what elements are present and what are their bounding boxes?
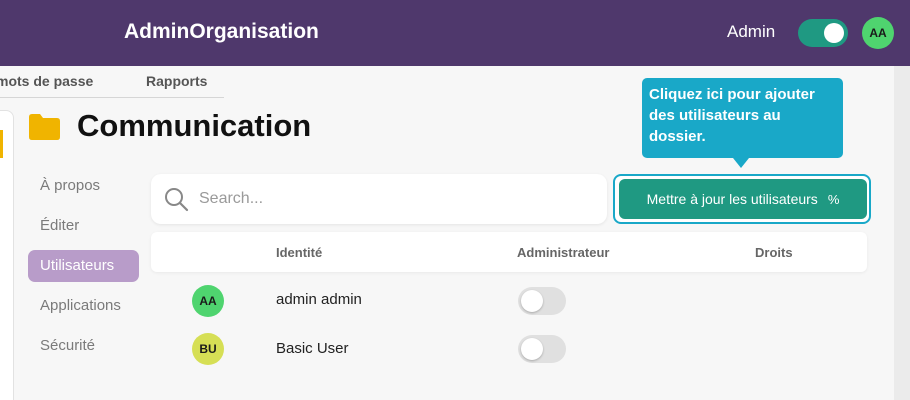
row-user-name: admin admin: [276, 291, 362, 308]
tab-reports[interactable]: Rapports: [146, 73, 207, 89]
toggle-knob: [521, 338, 543, 360]
search-icon: [165, 188, 189, 212]
toggle-knob: [521, 290, 543, 312]
row-admin-toggle[interactable]: [518, 287, 566, 315]
column-header-admin[interactable]: Administrateur: [517, 245, 609, 260]
folder-icon: [29, 114, 60, 140]
app-title: AdminOrganisation: [124, 20, 319, 43]
row-avatar: BU: [192, 333, 224, 365]
scrollbar-track[interactable]: [894, 66, 910, 400]
row-admin-toggle[interactable]: [518, 335, 566, 363]
page-title: Communication: [77, 108, 312, 143]
toggle-knob: [824, 23, 844, 43]
search-input[interactable]: [199, 187, 589, 211]
row-avatar: AA: [192, 285, 224, 317]
tab-passwords[interactable]: mots de passe: [0, 73, 93, 89]
tabs-divider: [0, 97, 224, 98]
user-avatar[interactable]: AA: [862, 17, 894, 49]
admin-mode-label: Admin: [727, 22, 776, 41]
nav-item-users[interactable]: Utilisateurs: [28, 250, 139, 282]
folder-list-accent: [0, 130, 3, 158]
admin-mode-toggle[interactable]: [798, 19, 848, 47]
nav-item-security[interactable]: Sécurité: [28, 330, 139, 362]
nav-item-edit[interactable]: Éditer: [28, 210, 139, 242]
onboarding-tooltip: Cliquez ici pour ajouter des utilisateur…: [642, 78, 843, 158]
nav-item-about[interactable]: À propos: [28, 170, 139, 202]
nav-item-applications[interactable]: Applications: [28, 290, 139, 322]
percent-icon: %: [827, 191, 840, 207]
column-header-identity[interactable]: Identité: [276, 245, 322, 260]
column-header-rights[interactable]: Droits: [755, 245, 793, 260]
search-box: [151, 174, 607, 224]
tooltip-arrow: [733, 158, 749, 168]
row-user-name: Basic User: [276, 340, 349, 357]
update-users-button[interactable]: Mettre à jour les utilisateurs %: [619, 179, 867, 219]
update-users-label: Mettre à jour les utilisateurs: [646, 191, 818, 207]
